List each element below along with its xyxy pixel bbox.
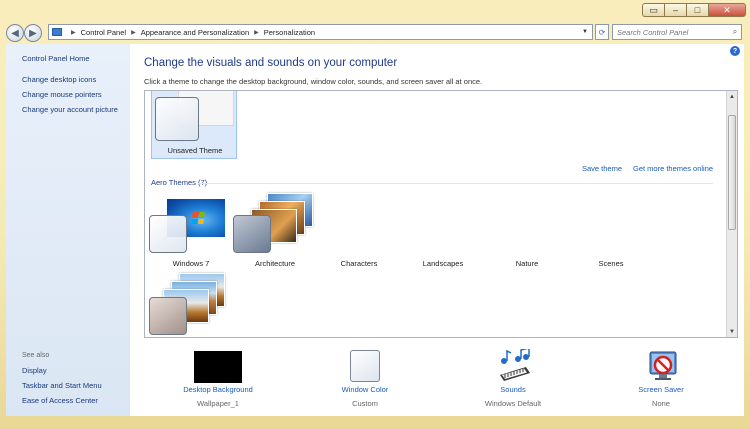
theme-label: Nature [515,259,539,268]
theme-scenes[interactable]: Scenes [569,195,653,269]
see-also-label: See also [22,352,50,359]
theme-label: Windows 7 [172,259,210,268]
window-color-swatch [350,350,380,382]
page-subtitle: Click a theme to change the desktop back… [144,77,483,86]
sidebar-link-display[interactable]: Display [22,366,47,375]
sidebar-link-account-picture[interactable]: Change your account picture [22,105,118,114]
breadcrumb-control-panel[interactable]: Control Panel [81,28,126,37]
sidebar-link-mouse-pointers[interactable]: Change mouse pointers [22,90,102,99]
theme-next-row[interactable] [149,273,233,337]
arrow-left-icon: ◀ [11,27,19,39]
theme-nature[interactable]: Nature [485,195,569,269]
sounds-link[interactable]: Sounds [458,385,568,394]
section-divider [197,183,713,184]
forward-button[interactable]: ▶ [24,24,42,42]
screen-saver-icon [649,351,677,380]
window-color-preview [149,297,187,335]
help-icon[interactable]: ? [730,46,740,56]
chevron-down-icon[interactable]: ▼ [582,29,588,35]
theme-label: Landscapes [422,259,464,268]
theme-unsaved[interactable]: Unsaved Theme [151,91,237,159]
maximize-button[interactable]: □ [686,3,708,17]
window-color-link[interactable]: Window Color [310,385,420,394]
sounds-icon [500,349,530,381]
sidebar: Control Panel Home Change desktop icons … [6,44,130,416]
window-color-preview [149,215,187,253]
theme-architecture[interactable]: Architecture [233,193,317,269]
minimize-button[interactable]: – [664,3,686,17]
theme-label: Unsaved Theme [167,146,223,155]
desktop-background-value: Wallpaper_1 [197,399,239,408]
refresh-icon: ⟳ [598,27,606,37]
arrow-right-icon: ▶ [29,27,37,39]
page-title: Change the visuals and sounds on your co… [144,57,398,69]
window-color-value: Custom [352,399,378,408]
window-color-preview [155,97,199,141]
scroll-down-icon[interactable]: ▼ [727,326,737,337]
theme-label: Scenes [598,259,624,268]
main-content: ? Change the visuals and sounds on your … [130,44,744,416]
breadcrumb-personalization[interactable]: Personalization [264,28,315,37]
theme-gallery: Unsaved Theme Save theme Get more themes… [144,90,738,338]
theme-label: Characters [340,259,378,268]
sidebar-link-ease-of-access[interactable]: Ease of Access Center [22,396,98,405]
caption-buttons: ▭ – □ ✕ [642,3,746,17]
back-button[interactable]: ◀ [6,24,24,42]
window-color-preview [233,215,271,253]
chevron-right-icon[interactable]: ▶ [131,29,136,36]
sidebar-link-taskbar[interactable]: Taskbar and Start Menu [22,381,102,390]
chevron-right-icon: ▶ [71,29,76,36]
search-input[interactable] [613,27,729,37]
sidebar-link-desktop-icons[interactable]: Change desktop icons [22,75,96,84]
save-theme-link[interactable]: Save theme [582,164,622,173]
screen-saver-link[interactable]: Screen Saver [606,385,716,394]
address-bar[interactable]: ▶ Control Panel ▶ Appearance and Persona… [48,24,593,40]
refresh-button[interactable]: ⟳ [595,24,609,40]
search-icon[interactable]: ⌕ [729,27,741,37]
theme-label: Architecture [254,259,296,268]
get-more-themes-link[interactable]: Get more themes online [633,164,713,173]
desktop-background-swatch [194,351,242,383]
theme-landscapes[interactable]: Landscapes [401,195,485,269]
layout-icon[interactable]: ▭ [642,3,664,17]
control-panel-icon [52,28,62,36]
sounds-value: Windows Default [484,399,542,408]
search-box[interactable]: ⌕ [612,24,742,40]
chevron-right-icon[interactable]: ▶ [254,29,259,36]
scroll-thumb[interactable] [728,115,736,230]
theme-windows-7[interactable]: Windows 7 [149,195,233,269]
gallery-scrollbar[interactable]: ▲ ▼ [726,91,737,337]
close-button[interactable]: ✕ [708,3,746,17]
windows-logo-icon [191,212,205,224]
desktop-background-link[interactable]: Desktop Background [163,385,273,394]
window-frame: ▭ – □ ✕ ◀ ▶ ▶ Control Panel ▶ Appearance… [0,0,750,429]
screen-saver-value: None [652,399,670,408]
breadcrumb-appearance[interactable]: Appearance and Personalization [141,28,249,37]
theme-characters[interactable]: Characters [317,195,401,269]
scroll-up-icon[interactable]: ▲ [727,91,737,102]
control-panel-home-link[interactable]: Control Panel Home [22,54,90,63]
